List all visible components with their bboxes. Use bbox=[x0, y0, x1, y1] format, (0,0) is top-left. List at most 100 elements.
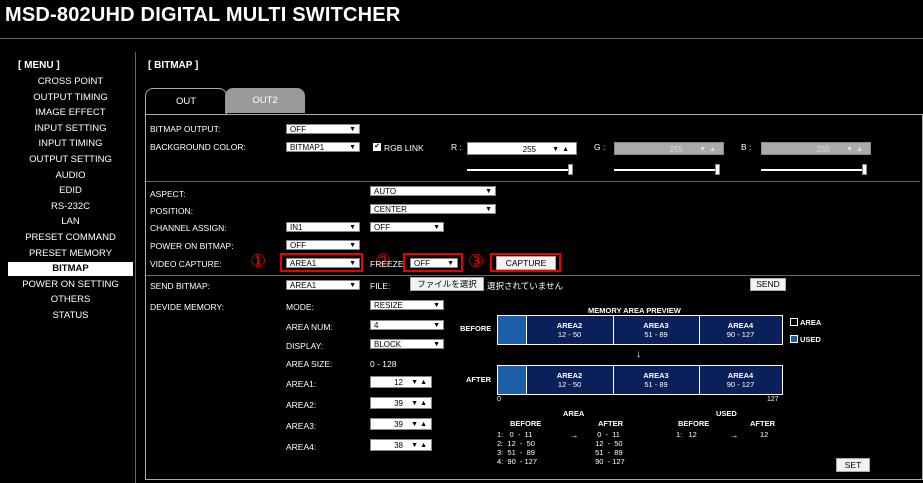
rgb-link-checkbox[interactable]: ✔ bbox=[373, 143, 381, 151]
freeze-label: FREEZE: bbox=[370, 259, 406, 269]
position-label: POSITION: bbox=[150, 206, 193, 216]
area-num-label: AREA NUM: bbox=[286, 322, 333, 332]
file-label: FILE: bbox=[370, 281, 391, 291]
menu-divider bbox=[135, 52, 136, 483]
r-label: R : bbox=[451, 142, 462, 152]
preview-before-label: BEFORE bbox=[460, 324, 492, 333]
scale-max: 127 bbox=[767, 396, 779, 403]
tab-out2[interactable]: OUT2 bbox=[225, 88, 305, 113]
preview-before-area4: AREA4 90 - 127 bbox=[726, 321, 755, 339]
app-title: MSD-802UHD DIGITAL MULTI SWITCHER bbox=[5, 4, 401, 26]
sidebar-item-cross-point[interactable]: CROSS POINT bbox=[8, 75, 133, 89]
section-divider bbox=[146, 181, 920, 182]
preview-before-area1 bbox=[498, 316, 526, 344]
g-value-input[interactable]: 255 ▼▲ bbox=[614, 142, 724, 155]
file-status: 選択されていません bbox=[487, 281, 563, 291]
send-bitmap-select[interactable]: AREA1 ▼ bbox=[286, 280, 360, 290]
sidebar-item-edid[interactable]: EDID bbox=[8, 184, 133, 198]
legend-area-label: AREA bbox=[800, 318, 822, 327]
scale-min: 0 bbox=[497, 396, 501, 403]
b-value-input[interactable]: 255 ▼▲ bbox=[761, 142, 871, 155]
sidebar-item-audio[interactable]: AUDIO bbox=[8, 169, 133, 183]
sidebar-item-preset-command[interactable]: PRESET COMMAND bbox=[8, 231, 133, 245]
area2-label: AREA2: bbox=[286, 400, 317, 410]
channel-assign-label: CHANNEL ASSIGN: bbox=[150, 223, 227, 233]
b-slider-track[interactable] bbox=[761, 169, 867, 171]
power-on-bitmap-select[interactable]: OFF ▼ bbox=[286, 240, 360, 250]
channel-assign-output-select[interactable]: OFF ▼ bbox=[370, 222, 444, 232]
area2-input[interactable]: 39 ▼▲ bbox=[370, 397, 432, 409]
down-arrow-icon: ↓ bbox=[636, 349, 641, 360]
stats-area-arrow: → bbox=[570, 430, 579, 440]
b-slider-thumb[interactable] bbox=[862, 164, 867, 175]
annotation-circle-1: ① bbox=[250, 251, 267, 271]
preview-title: MEMORY AREA PREVIEW bbox=[588, 306, 681, 315]
section-divider bbox=[146, 275, 920, 276]
preview-before-area3: AREA3 51 - 89 bbox=[643, 321, 669, 339]
freeze-select[interactable]: OFF ▼ bbox=[410, 258, 458, 268]
display-select[interactable]: BLOCK ▼ bbox=[370, 339, 444, 349]
video-capture-label: VIDEO CAPTURE: bbox=[150, 259, 222, 269]
send-button[interactable]: SEND bbox=[750, 278, 786, 291]
area3-input[interactable]: 39 ▼▲ bbox=[370, 418, 432, 430]
video-capture-select[interactable]: AREA1 ▼ bbox=[286, 258, 360, 268]
r-value-input[interactable]: 255 ▼▲ bbox=[467, 142, 577, 155]
aspect-label: ASPECT: bbox=[150, 189, 186, 199]
background-color-select[interactable]: BITMAP1 ▼ bbox=[286, 142, 360, 152]
rgb-link-label: RGB LINK bbox=[384, 143, 424, 153]
file-choose-button[interactable]: ファイルを選択 bbox=[410, 277, 484, 291]
mode-label: MODE: bbox=[286, 302, 314, 312]
power-on-bitmap-label: POWER ON BITMAP: bbox=[150, 241, 234, 251]
channel-assign-input-select[interactable]: IN1 ▼ bbox=[286, 222, 360, 232]
preview-after-area1 bbox=[498, 366, 526, 394]
stats-area-after-list: 0 - 11 12 - 50 51 - 89 90 - 127 bbox=[595, 430, 625, 466]
aspect-select[interactable]: AUTO ▼ bbox=[370, 186, 496, 196]
bitmap-output-select[interactable]: OFF ▼ bbox=[286, 124, 360, 134]
sidebar-item-preset-memory[interactable]: PRESET MEMORY bbox=[8, 247, 133, 261]
sidebar-item-image-effect[interactable]: IMAGE EFFECT bbox=[8, 106, 133, 120]
sidebar-item-lan[interactable]: LAN bbox=[8, 215, 133, 229]
stats-area-before-list: 1: 0 - 11 2: 12 - 50 3: 51 - 89 4: 90 - … bbox=[497, 430, 538, 466]
set-button[interactable]: SET bbox=[836, 458, 870, 472]
g-slider-track[interactable] bbox=[614, 169, 720, 171]
r-slider-thumb[interactable] bbox=[568, 164, 573, 175]
preview-before-area2: AREA2 12 - 50 bbox=[556, 321, 583, 339]
preview-after-area2: AREA2 12 - 50 bbox=[556, 371, 583, 389]
area-size-label: AREA SIZE: bbox=[286, 359, 333, 369]
sidebar-item-status[interactable]: STATUS bbox=[8, 309, 133, 323]
send-bitmap-label: SEND BITMAP: bbox=[150, 281, 210, 291]
sidebar-item-input-timing[interactable]: INPUT TIMING bbox=[8, 137, 133, 151]
stats-used-after-head: AFTER bbox=[750, 419, 775, 428]
capture-button[interactable]: CAPTURE bbox=[496, 256, 556, 270]
area4-input[interactable]: 38 ▼▲ bbox=[370, 439, 432, 451]
stats-used-before-head: BEFORE bbox=[678, 419, 710, 428]
sidebar-item-rs-232c[interactable]: RS-232C bbox=[8, 200, 133, 214]
preview-after-label: AFTER bbox=[466, 375, 491, 384]
sidebar-item-output-timing[interactable]: OUTPUT TIMING bbox=[8, 91, 133, 105]
position-select[interactable]: CENTER ▼ bbox=[370, 204, 496, 214]
sidebar-item-output-setting[interactable]: OUTPUT SETTING bbox=[8, 153, 133, 167]
stats-used-arrow: → bbox=[730, 430, 739, 440]
g-slider-thumb[interactable] bbox=[715, 164, 720, 175]
sidebar-item-others[interactable]: OTHERS bbox=[8, 293, 133, 307]
stats-area-after-head: AFTER bbox=[598, 419, 623, 428]
tab-out[interactable]: OUT bbox=[145, 88, 227, 114]
mode-select[interactable]: RESIZE ▼ bbox=[370, 300, 444, 310]
preview-after-area4: AREA4 90 - 127 bbox=[726, 371, 755, 389]
area-num-select[interactable]: 4 ▼ bbox=[370, 320, 444, 330]
stats-area-title: AREA bbox=[563, 409, 585, 418]
area1-input[interactable]: 12 ▼▲ bbox=[370, 376, 432, 388]
sidebar-item-bitmap[interactable]: BITMAP bbox=[8, 262, 133, 277]
r-slider-track[interactable] bbox=[467, 169, 573, 171]
header-divider bbox=[0, 38, 923, 39]
b-label: B : bbox=[741, 142, 752, 152]
sidebar-item-input-setting[interactable]: INPUT SETTING bbox=[8, 122, 133, 136]
display-label: DISPLAY: bbox=[286, 341, 324, 351]
stats-used-title: USED bbox=[716, 409, 737, 418]
stats-used-before: 1: 12 bbox=[676, 430, 697, 439]
legend-used-label: USED bbox=[800, 335, 821, 344]
sidebar-item-power-on-setting[interactable]: POWER ON SETTING bbox=[8, 278, 133, 292]
area1-label: AREA1: bbox=[286, 379, 317, 389]
background-color-label: BACKGROUND COLOR: bbox=[150, 142, 246, 152]
area-size-value: 0 - 128 bbox=[370, 359, 397, 369]
